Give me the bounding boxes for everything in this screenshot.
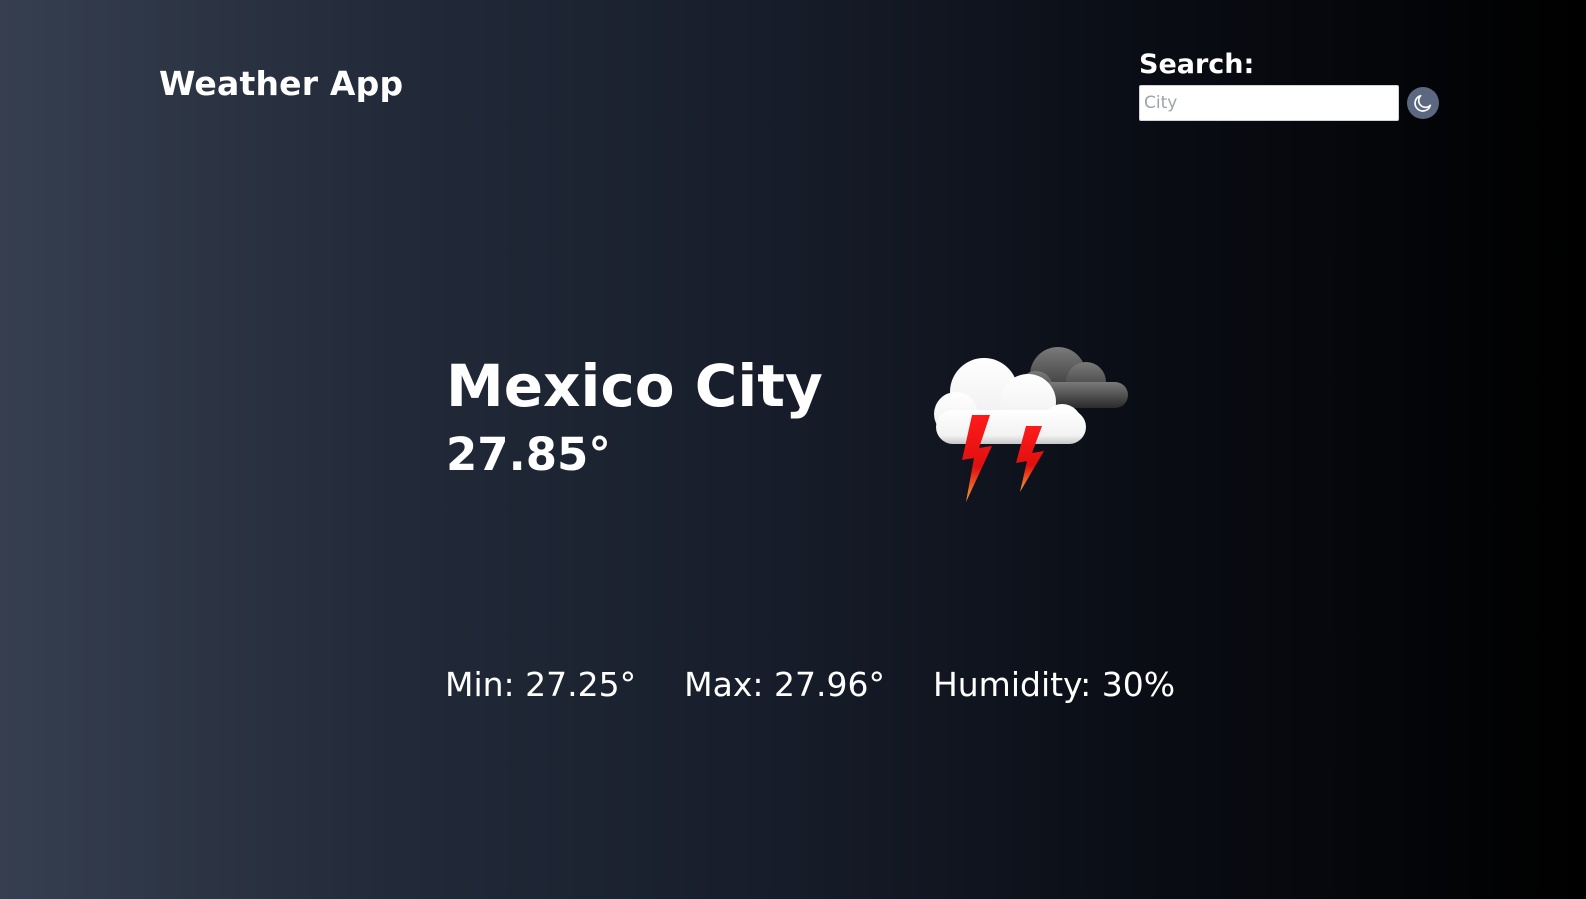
app-title: Weather App — [159, 64, 404, 103]
search-row — [1139, 85, 1449, 121]
weather-stats: Min: 27.25° Max: 27.96° Humidity: 30% — [445, 665, 1175, 705]
search-input[interactable] — [1139, 85, 1399, 121]
city-name: Mexico City — [446, 352, 823, 420]
search-label: Search: — [1139, 49, 1255, 80]
moon-icon — [1414, 94, 1432, 112]
search-block: Search: — [1139, 48, 1449, 121]
max-temperature: Max: 27.96° — [684, 665, 885, 704]
theme-toggle-button[interactable] — [1407, 87, 1439, 119]
thunderstorm-icon — [934, 347, 1128, 502]
humidity: Humidity: 30% — [932, 665, 1176, 704]
current-temperature: 27.85° — [446, 428, 611, 481]
min-temperature: Min: 27.25° — [445, 665, 637, 704]
